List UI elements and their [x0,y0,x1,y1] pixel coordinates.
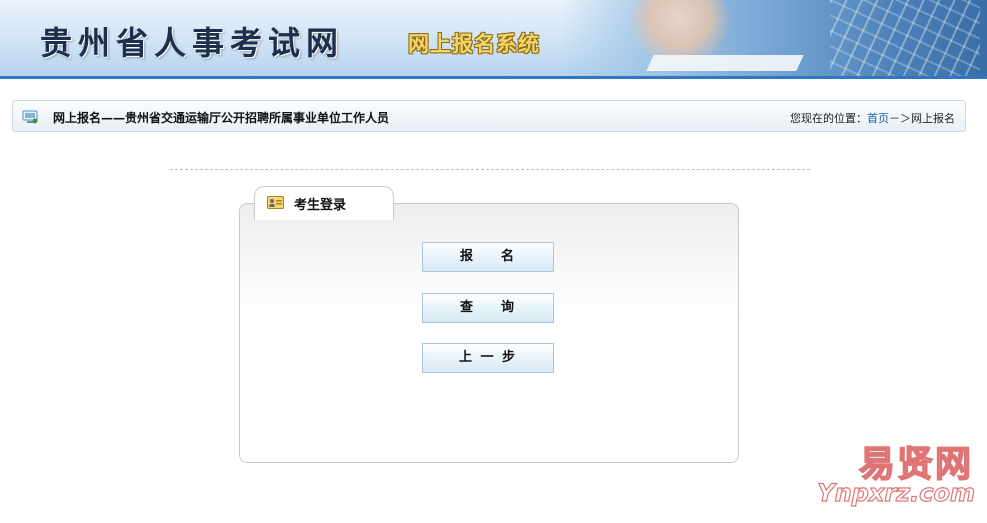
banner-paper-image [646,55,804,71]
login-tab-label: 考生登录 [294,198,347,213]
breadcrumb-prefix: 您现在的位置： [790,112,867,125]
breadcrumb: 您现在的位置：首页－＞网上报名 [790,110,955,126]
page-title: 网上报名——贵州省交通运输厅公开招聘所属事业单位工作人员 [53,111,390,125]
id-card-icon [267,195,284,210]
watermark: 易贤网 Ynpxrz.com [817,435,979,517]
login-tab: 考生登录 [254,186,394,220]
query-button[interactable]: 查 询 [422,293,554,323]
breadcrumb-separator: －＞ [889,112,911,125]
site-title: 贵州省人事考试网 [40,24,345,62]
breadcrumb-current: 网上报名 [911,112,955,125]
watermark-url: Ynpxrz.com [817,478,976,507]
previous-step-button[interactable]: 上 一 步 [422,343,554,373]
header-banner: 贵州省人事考试网 网上报名系统 [0,0,987,78]
banner-student-image [620,0,740,60]
banner-building-image [830,0,980,78]
system-subtitle: 网上报名系统 [408,32,540,56]
title-bar: 网上报名——贵州省交通运输厅公开招聘所属事业单位工作人员 您现在的位置：首页－＞… [12,100,966,132]
monitor-icon [22,109,38,124]
breadcrumb-home-link[interactable]: 首页 [867,112,889,125]
register-button[interactable]: 报 名 [422,242,554,272]
dashed-divider [170,169,810,170]
